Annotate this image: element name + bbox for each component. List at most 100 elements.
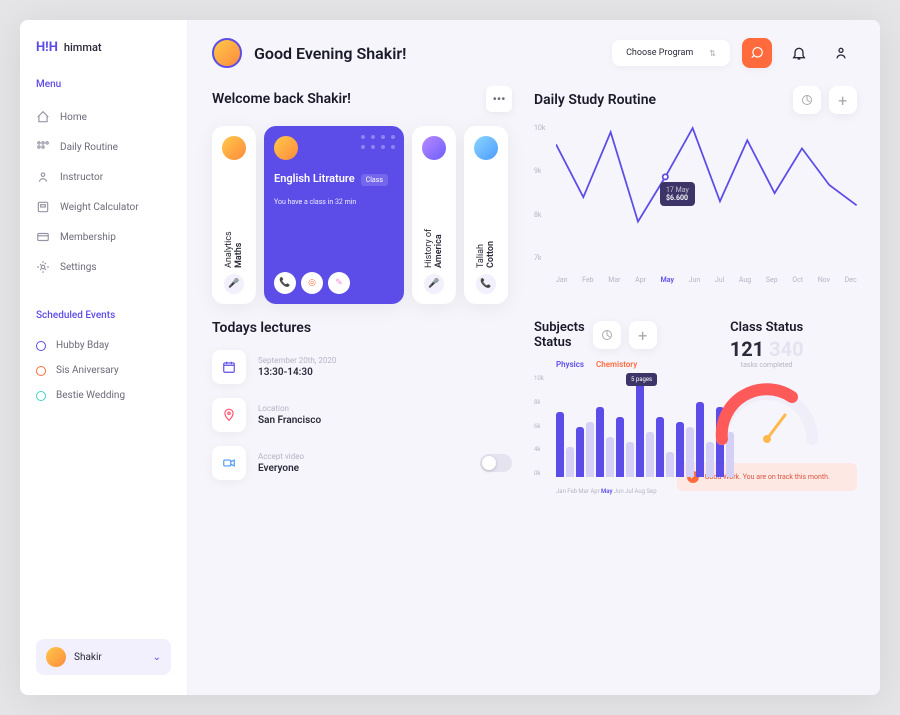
- course-card[interactable]: History ofAmerica 🎤: [412, 126, 456, 304]
- status-subtitle: tasks completed: [677, 361, 857, 369]
- user-chip[interactable]: Shakir ⌄: [36, 639, 171, 675]
- events-label: Scheduled Events: [36, 310, 171, 321]
- avatar: [222, 136, 246, 160]
- course-card[interactable]: AnalyticsMaths 🎤: [212, 126, 256, 304]
- tab-physics[interactable]: Physics: [556, 360, 584, 369]
- event-dot-icon: [36, 341, 46, 351]
- select-chevron-icon: ⇅: [709, 49, 716, 58]
- bell-icon[interactable]: [784, 38, 814, 68]
- routine-section: Daily Study Routine + 10k9k8k7k 17 May $…: [534, 86, 857, 304]
- mic-icon[interactable]: 🎤: [224, 274, 244, 294]
- lecture-value: San Francisco: [258, 415, 321, 426]
- more-button[interactable]: •••: [486, 86, 512, 112]
- avatar: [46, 647, 66, 667]
- bar: [656, 417, 664, 477]
- avatar: [474, 136, 498, 160]
- sidebar-item-routine[interactable]: Daily Routine: [36, 132, 171, 162]
- course-tag: Class: [361, 174, 388, 186]
- pattern-icon: [358, 132, 398, 172]
- course-title: English Litrature: [274, 172, 355, 185]
- bar: [566, 447, 574, 477]
- event-dot-icon: [36, 366, 46, 376]
- phone-icon[interactable]: 📞: [476, 274, 496, 294]
- add-button[interactable]: +: [829, 86, 857, 114]
- event-item[interactable]: Hubby Bday: [36, 333, 171, 358]
- bar: [556, 412, 564, 477]
- course-subtitle: You have a class in 32 min: [274, 198, 356, 206]
- greeting: Good Evening Shakir!: [254, 44, 406, 63]
- mic-icon[interactable]: 🎤: [424, 274, 444, 294]
- tooltip-value: $6.600: [666, 194, 689, 202]
- course-title: History ofAmerica: [424, 168, 444, 268]
- y-axis: 10k9k8k7k: [534, 124, 545, 262]
- event-item[interactable]: Sis Aniversary: [36, 358, 171, 383]
- sidebar-item-membership[interactable]: Membership: [36, 222, 171, 252]
- menu-item-label: Weight Calculator: [60, 202, 139, 213]
- course-title: AnalyticsMaths: [224, 168, 244, 268]
- calendar-icon: [212, 350, 246, 384]
- menu-item-label: Home: [60, 112, 87, 123]
- avatar: [274, 136, 298, 160]
- lecture-value: 13:30-14:30: [258, 367, 336, 378]
- video-icon: [212, 446, 246, 480]
- sidebar-item-settings[interactable]: Settings: [36, 252, 171, 282]
- bar: [686, 427, 694, 477]
- bar: [596, 407, 604, 477]
- chart-tooltip: 17 May $6.600: [660, 182, 695, 206]
- status-value: 121 340: [677, 337, 857, 361]
- y-axis: 10k8k6k4k0k: [534, 375, 544, 477]
- event-label: Bestie Wedding: [56, 390, 125, 401]
- bar: [576, 427, 584, 477]
- status-title: Class Status: [677, 320, 857, 335]
- bottom-right: Subjects Status + Physics Chemistory 10k…: [534, 320, 857, 675]
- bars: [556, 375, 657, 477]
- avatar[interactable]: [212, 38, 242, 68]
- lecture-value: Everyone: [258, 463, 304, 474]
- add-button[interactable]: +: [629, 321, 657, 349]
- chevron-down-icon: ⌄: [153, 652, 161, 663]
- bar: [606, 437, 614, 477]
- chart-type-button[interactable]: [593, 321, 621, 349]
- chart-type-button[interactable]: [793, 86, 821, 114]
- course-title: TaliahCotton: [476, 168, 496, 268]
- tab-chemistry[interactable]: Chemistory: [596, 360, 637, 369]
- logo[interactable]: H!H himmat: [36, 40, 171, 55]
- sidebar-item-home[interactable]: Home: [36, 102, 171, 132]
- bar: [646, 432, 654, 477]
- chat-button[interactable]: [742, 38, 772, 68]
- event-label: Hubby Bday: [56, 340, 109, 351]
- logo-icon: H!H: [36, 40, 58, 55]
- courses-row: AnalyticsMaths 🎤 English Litrature Class: [212, 126, 512, 304]
- tooltip-label: 17 May: [666, 186, 689, 194]
- course-actions: 📞 ◎ ✎: [274, 272, 350, 294]
- status-section: Class Status 121 340 tasks completed ✓: [677, 320, 857, 675]
- subjects-title: Subjects Status: [534, 320, 585, 350]
- edit-icon[interactable]: ✎: [328, 272, 350, 294]
- bar: [586, 422, 594, 477]
- event-label: Sis Aniversary: [56, 365, 119, 376]
- bar-tooltip: 5 pages: [626, 373, 657, 386]
- topbar: Good Evening Shakir! Choose Program ⇅: [188, 20, 880, 86]
- program-select[interactable]: Choose Program ⇅: [612, 40, 730, 66]
- phone-icon[interactable]: 📞: [274, 272, 296, 294]
- lectures-section: Todays lectures September 20th, 202013:3…: [212, 320, 512, 675]
- content: Welcome back Shakir! ••• AnalyticsMaths …: [188, 86, 880, 695]
- bar: [616, 417, 624, 477]
- sidebar-item-instructor[interactable]: Instructor: [36, 162, 171, 192]
- menu-item-label: Settings: [60, 262, 97, 273]
- course-card-active[interactable]: English Litrature Class You have a class…: [264, 126, 404, 304]
- event-item[interactable]: Bestie Wedding: [36, 383, 171, 408]
- target-icon[interactable]: ◎: [301, 272, 323, 294]
- profile-icon[interactable]: [826, 38, 856, 68]
- menu-item-label: Membership: [60, 232, 116, 243]
- bar: [676, 422, 684, 477]
- course-card[interactable]: TaliahCotton 📞: [464, 126, 508, 304]
- sidebar: H!H himmat Menu Home Daily Routine Instr…: [20, 20, 188, 695]
- sidebar-item-weight[interactable]: Weight Calculator: [36, 192, 171, 222]
- pin-icon: [212, 398, 246, 432]
- bar: [636, 382, 644, 477]
- video-toggle[interactable]: [480, 454, 512, 472]
- line-path: [556, 124, 857, 246]
- app-window: H!H himmat Menu Home Daily Routine Instr…: [20, 20, 880, 695]
- routine-title: Daily Study Routine: [534, 92, 785, 108]
